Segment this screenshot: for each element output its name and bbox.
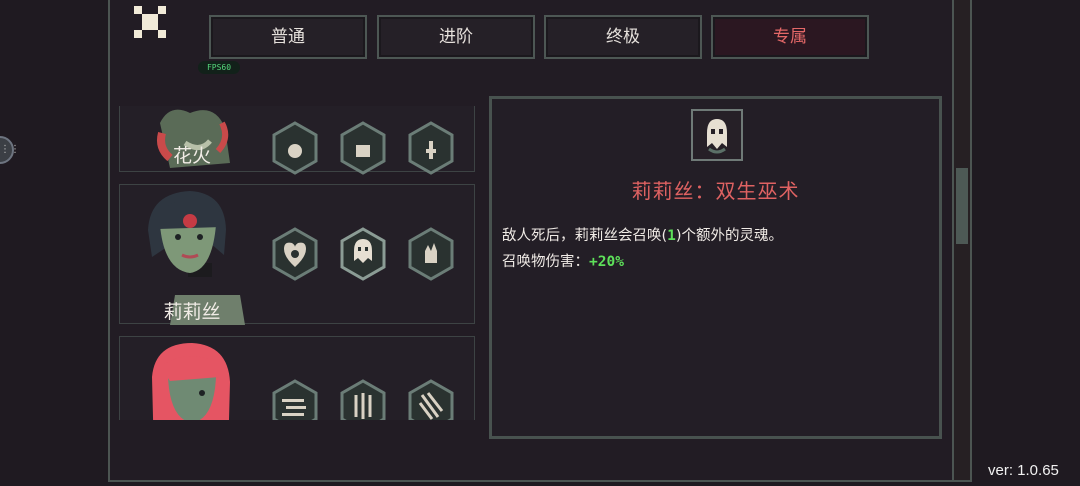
- close-icon: [134, 6, 166, 38]
- character-row-lilith[interactable]: 莉莉丝: [119, 184, 475, 325]
- character-name: 莉莉丝: [163, 301, 221, 323]
- character-name: 花火: [172, 145, 211, 167]
- skill-icon-3[interactable]: [408, 121, 454, 175]
- stat-label: 召唤物伤害：: [502, 254, 589, 270]
- ghost-icon: [707, 119, 727, 154]
- skull-heart-icon[interactable]: [272, 227, 318, 281]
- dots-icon: ⋮⋮: [0, 144, 20, 155]
- skill-icon-2[interactable]: [340, 121, 386, 175]
- character-row-third[interactable]: [119, 336, 475, 420]
- character-row-hanabi[interactable]: 花火: [119, 106, 475, 175]
- description-line-1: 敌人死后，莉莉丝会召唤(1)个额外的灵魂。: [502, 223, 932, 249]
- bullets-icon[interactable]: [272, 379, 318, 420]
- desc-text: 敌人死后，莉莉丝会召唤(: [502, 228, 668, 244]
- summon-count: 1: [667, 228, 676, 244]
- character-list[interactable]: 花火 莉莉丝: [119, 106, 477, 420]
- tab-ultimate[interactable]: 终极: [544, 15, 702, 59]
- spirit-hand-icon[interactable]: [408, 227, 454, 281]
- floating-menu-handle[interactable]: ⋮⋮: [0, 136, 20, 164]
- tab-exclusive[interactable]: 专属: [711, 15, 869, 59]
- skill-description: 敌人死后，莉莉丝会召唤(1)个额外的灵魂。 召唤物伤害：+20%: [502, 223, 932, 275]
- skill-detail-panel: 莉莉丝：双生巫术 敌人死后，莉莉丝会召唤(1)个额外的灵魂。 召唤物伤害：+20…: [489, 96, 942, 439]
- fps-counter: FPS60: [198, 61, 240, 74]
- ghost-icon[interactable]: [340, 227, 386, 281]
- skill-title: 莉莉丝：双生巫术: [631, 179, 800, 203]
- scrollbar-thumb[interactable]: [956, 168, 968, 244]
- desc-text: )个额外的灵魂。: [675, 228, 784, 244]
- redhead-portrait: [152, 343, 230, 420]
- close-button[interactable]: [130, 2, 170, 42]
- spikes-icon[interactable]: [340, 379, 386, 420]
- skill-icon-1[interactable]: [272, 121, 318, 175]
- detail-ghost-icon: [691, 109, 743, 161]
- stat-value: +20%: [589, 254, 624, 270]
- description-line-2: 召唤物伤害：+20%: [502, 249, 932, 275]
- claw-icon[interactable]: [408, 379, 454, 420]
- tab-normal[interactable]: 普通: [209, 15, 367, 59]
- tab-advanced[interactable]: 进阶: [377, 15, 535, 59]
- version-label: ver: 1.0.65: [988, 462, 1059, 479]
